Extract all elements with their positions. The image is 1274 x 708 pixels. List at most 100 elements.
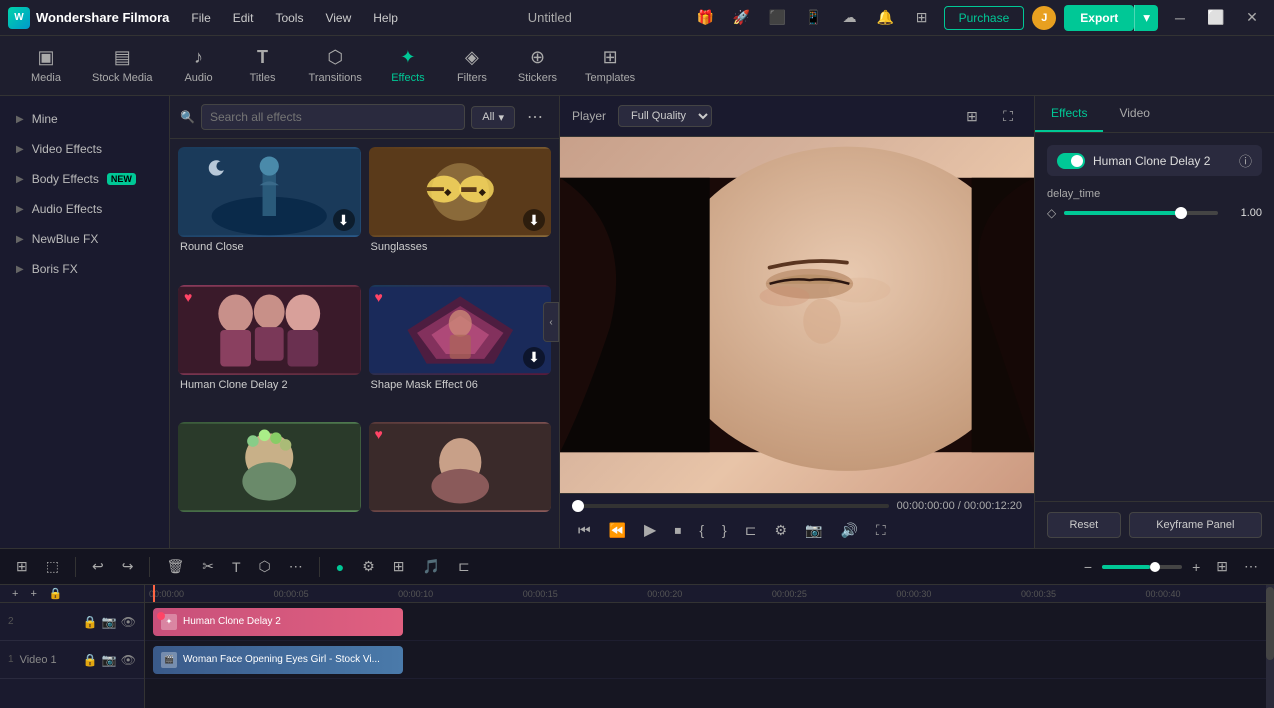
toolbar-titles[interactable]: T Titles [233, 41, 293, 90]
video-clip[interactable]: 🎬 Woman Face Opening Eyes Girl - Stock V… [153, 646, 403, 674]
toolbar-stickers[interactable]: ⊕ Stickers [506, 41, 569, 90]
zoom-in-button[interactable]: + [1186, 556, 1206, 578]
toolbar-filters[interactable]: ◈ Filters [442, 41, 502, 90]
keyframe-diamond-icon[interactable]: ◇ [1047, 206, 1056, 220]
reset-button[interactable]: Reset [1047, 512, 1121, 538]
sidebar-item-body-effects[interactable]: ▶ Body Effects NEW [0, 164, 169, 194]
effect-card-sunglasses[interactable]: ◆ ◆ ⬇ Sunglasses [369, 147, 552, 277]
menu-tools[interactable]: Tools [265, 7, 313, 29]
more-options-button[interactable]: ⋯ [521, 105, 549, 129]
toolbar-media[interactable]: ▣ Media [16, 41, 76, 90]
effect-card-round-close[interactable]: ⬇ Round Close [178, 147, 361, 277]
toolbar-transitions[interactable]: ⬡ Transitions [297, 41, 374, 90]
notification-icon[interactable]: 🔔 [872, 4, 900, 32]
filter-dropdown[interactable]: All ▾ [471, 106, 515, 129]
timeline-options-button[interactable]: ⋯ [1238, 555, 1264, 578]
scrubber-track[interactable] [572, 504, 889, 508]
timeline-delete-button[interactable]: 🗑 [160, 555, 190, 578]
effect-toggle[interactable] [1057, 153, 1085, 169]
collapse-panel-button[interactable]: ‹ [543, 302, 559, 342]
zoom-out-button[interactable]: − [1078, 556, 1098, 578]
effect-card-human-clone[interactable]: ♥ Human Clone Delay 2 [178, 285, 361, 415]
grid-icon[interactable]: ⊞ [908, 4, 936, 32]
phone-icon[interactable]: 📱 [800, 4, 828, 32]
add-video-track-button[interactable]: + [26, 587, 40, 601]
toolbar-effects[interactable]: ✦ Effects [378, 41, 438, 90]
fullscreen-icon[interactable]: ⛶ [994, 102, 1022, 130]
user-avatar[interactable]: J [1032, 6, 1056, 30]
snapshot-button[interactable]: 📷 [799, 520, 828, 541]
play-button[interactable]: ▶ [638, 518, 662, 542]
timeline-transition-button[interactable]: ⬡ [253, 555, 277, 578]
volume-button[interactable]: 🔊 [834, 520, 863, 541]
search-input[interactable] [201, 104, 465, 130]
minimize-icon[interactable]: ─ [1166, 4, 1194, 32]
track-camera-icon-1[interactable]: 📷 [102, 653, 117, 667]
clip-mark-button[interactable]: ⊏ [739, 520, 763, 541]
track-visible-icon-1[interactable]: 👁 [121, 653, 136, 667]
toolbar-audio[interactable]: ♪ Audio [169, 41, 229, 90]
menu-file[interactable]: File [181, 7, 220, 29]
track-lock-icon-2[interactable]: 🔒 [83, 615, 98, 629]
maximize-icon[interactable]: ⬜ [1202, 4, 1230, 32]
track-camera-icon-2[interactable]: 📷 [102, 615, 117, 629]
timeline-undo-button[interactable]: ↩ [86, 555, 110, 578]
timeline-audio-button[interactable]: 🎵 [417, 555, 446, 578]
sidebar-item-boris-fx[interactable]: ▶ Boris FX [0, 254, 169, 284]
timeline-redo-button[interactable]: ↪ [116, 555, 140, 578]
fullscreen-ctrl-button[interactable]: ⛶ [870, 520, 892, 541]
upgrade-icon[interactable]: 🚀 [728, 4, 756, 32]
sidebar-item-mine[interactable]: ▶ Mine [0, 104, 169, 134]
timeline-add-track-button[interactable]: ⊞ [10, 555, 34, 578]
toolbar-stock-media[interactable]: ▤ Stock Media [80, 41, 165, 90]
menu-edit[interactable]: Edit [223, 7, 264, 29]
track-lock-button[interactable]: 🔒 [45, 586, 67, 601]
zoom-slider[interactable] [1102, 565, 1182, 569]
sidebar-item-video-effects[interactable]: ▶ Video Effects [0, 134, 169, 164]
timeline-snap-button[interactable]: ● [330, 556, 350, 578]
export-button[interactable]: Export [1064, 5, 1134, 31]
timeline-view-button[interactable]: ⬚ [40, 555, 65, 578]
track-lock-icon-1[interactable]: 🔒 [83, 653, 98, 667]
timeline-detach-button[interactable]: ⊏ [452, 555, 476, 578]
effect-card-shape-mask[interactable]: ♥ ⬇ Shape Mask Effect 06 [369, 285, 552, 415]
timeline-magnet-button[interactable]: ⚙ [356, 555, 381, 578]
effect-info-icon[interactable]: ⓘ [1239, 151, 1252, 170]
screen-record-icon[interactable]: ⬛ [764, 4, 792, 32]
scrollbar-thumb[interactable] [1266, 587, 1274, 661]
effect-card-row3-2[interactable]: ♥ [369, 422, 552, 540]
add-audio-track-button[interactable]: + [8, 587, 22, 601]
timeline-text-button[interactable]: T [226, 556, 247, 578]
scrubber-thumb[interactable] [572, 500, 584, 512]
tab-video[interactable]: Video [1103, 96, 1165, 132]
mark-out-button[interactable]: } [716, 520, 733, 540]
cloud-icon[interactable]: ☁ [836, 4, 864, 32]
effect-card-row3-1[interactable] [178, 422, 361, 540]
mark-in-button[interactable]: { [693, 520, 710, 540]
purchase-button[interactable]: Purchase [944, 6, 1025, 30]
tab-effects[interactable]: Effects [1035, 96, 1103, 132]
slider-track[interactable] [1064, 211, 1218, 215]
toolbar-templates[interactable]: ⊞ Templates [573, 41, 647, 90]
split-view-icon[interactable]: ⊞ [958, 102, 986, 130]
timeline-cut-button[interactable]: ✂ [196, 555, 220, 578]
stop-button[interactable]: ⏹ [668, 520, 687, 541]
zoom-thumb[interactable] [1150, 562, 1160, 572]
timeline-scrollbar[interactable] [1266, 585, 1274, 708]
track-visible-icon-2[interactable]: 👁 [121, 615, 136, 629]
skip-back-button[interactable]: ⏮ [572, 520, 597, 541]
frame-back-button[interactable]: ⏪ [603, 520, 632, 541]
keyframe-panel-button[interactable]: Keyframe Panel [1129, 512, 1262, 538]
timeline-more-button[interactable]: ⋯ [283, 555, 309, 578]
gift-icon[interactable]: 🎁 [692, 4, 720, 32]
quality-select[interactable]: Full Quality [618, 105, 712, 127]
slider-thumb[interactable] [1175, 207, 1187, 219]
timeline-grid-button[interactable]: ⊞ [1210, 555, 1234, 578]
sidebar-item-audio-effects[interactable]: ▶ Audio Effects [0, 194, 169, 224]
effect-clip-human-clone[interactable]: ✦ Human Clone Delay 2 [153, 608, 403, 636]
export-dropdown-arrow[interactable]: ▾ [1134, 5, 1158, 31]
timeline-clip-connect-button[interactable]: ⊞ [387, 555, 411, 578]
settings-button[interactable]: ⚙ [768, 520, 793, 541]
sidebar-item-newblue-fx[interactable]: ▶ NewBlue FX [0, 224, 169, 254]
menu-view[interactable]: View [315, 7, 361, 29]
